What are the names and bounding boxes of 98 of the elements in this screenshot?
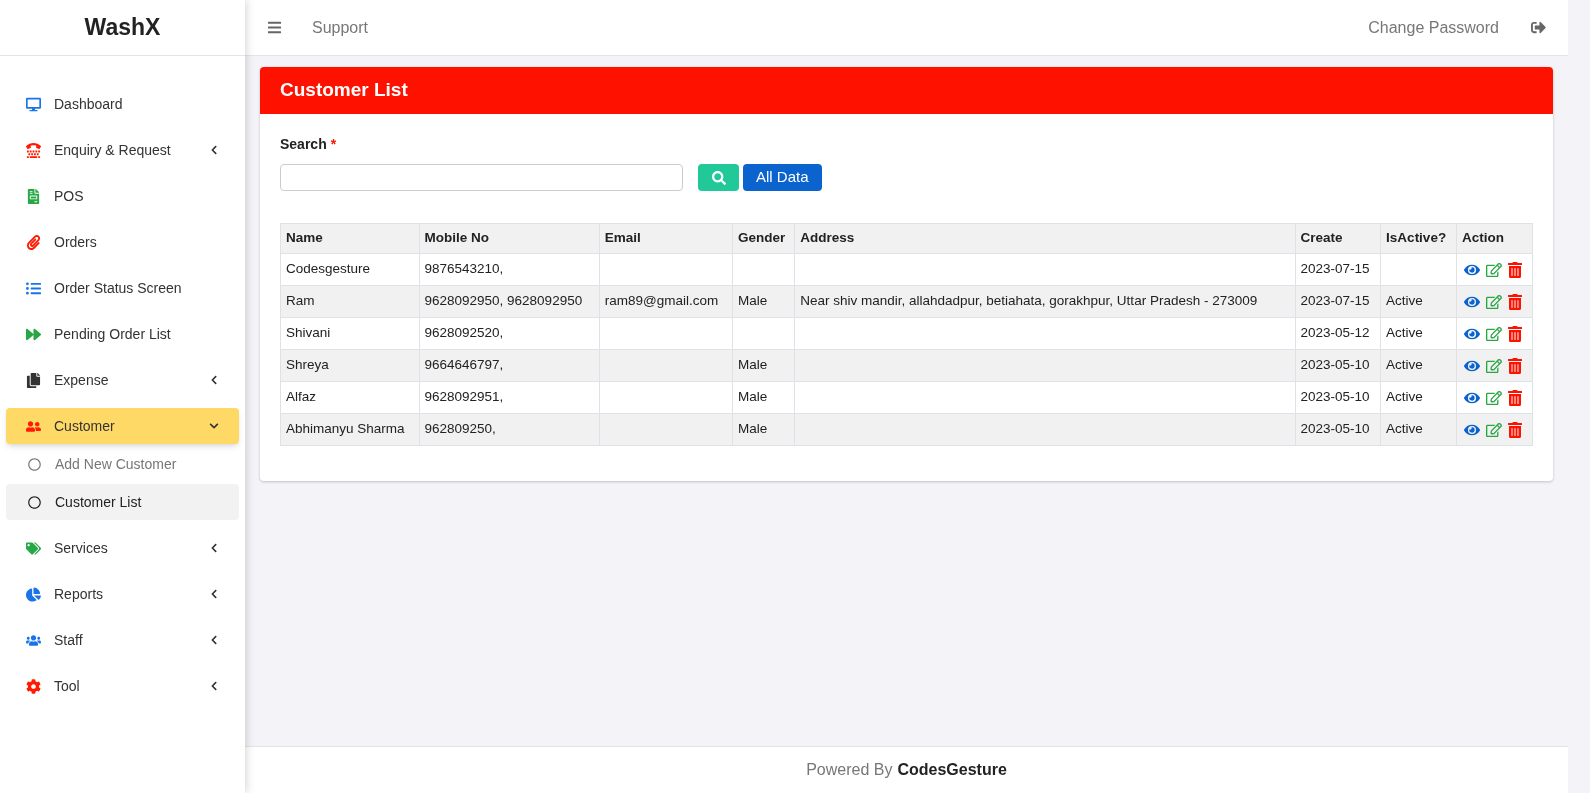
search-label: Search: [280, 135, 327, 154]
gear-icon: [26, 678, 41, 694]
table-cell: [732, 253, 795, 286]
table-cell: 2023-07-15: [1295, 253, 1381, 286]
tags-icon: [26, 540, 41, 556]
table-cell: Male: [732, 285, 795, 318]
chevron-left-icon: [209, 145, 219, 155]
menu-icon[interactable]: [267, 20, 282, 35]
column-header: Address: [794, 223, 1296, 254]
users-icon: [26, 632, 41, 648]
table-cell: Abhimanyu Sharma: [280, 413, 419, 446]
chevron-left-icon: [209, 375, 219, 385]
table-cell: [732, 317, 795, 350]
telephone-icon: [26, 142, 41, 158]
edit-icon[interactable]: [1486, 293, 1503, 310]
table-cell: 9664646797,: [419, 349, 600, 382]
trash-icon[interactable]: [1508, 421, 1523, 438]
table-cell: Alfaz: [280, 381, 419, 414]
edit-icon[interactable]: [1486, 325, 1503, 342]
trash-icon[interactable]: [1508, 325, 1523, 342]
table-cell: Near shiv mandir, allahdadpur, betiahata, gorakhpur, Uttar Pradesh - 273009: [794, 285, 1296, 318]
table-cell: 2023-05-10: [1295, 381, 1381, 414]
edit-icon[interactable]: [1486, 357, 1503, 374]
sidebar-item[interactable]: Reports: [6, 576, 239, 612]
table-cell: Active: [1380, 349, 1457, 382]
column-header: Email: [599, 223, 733, 254]
table-cell: Shivani: [280, 317, 419, 350]
table-cell: Male: [732, 381, 795, 414]
fast-forward-icon: [26, 326, 41, 342]
footer-text: Powered By: [806, 760, 893, 780]
table-cell: 9628092520,: [419, 317, 600, 350]
trash-icon[interactable]: [1508, 261, 1523, 278]
pie-chart-icon: [26, 586, 41, 602]
search-icon: [711, 170, 726, 185]
submenu-item[interactable]: Customer List: [6, 484, 239, 520]
table-cell: 9628092951,: [419, 381, 600, 414]
chevron-down-icon: [209, 421, 219, 431]
table-cell: Ram: [280, 285, 419, 318]
column-header: Gender: [732, 223, 795, 254]
chevron-left-icon: [209, 681, 219, 691]
logout-icon[interactable]: [1531, 20, 1546, 35]
sidebar-item[interactable]: Order Status Screen: [6, 270, 239, 306]
table-cell: Male: [732, 413, 795, 446]
all-data-button[interactable]: All Data: [743, 164, 822, 191]
users-icon: [26, 418, 41, 434]
column-header: IsActive?: [1380, 223, 1457, 254]
trash-icon[interactable]: [1508, 357, 1523, 374]
table-cell: 2023-07-15: [1295, 285, 1381, 318]
edit-icon[interactable]: [1486, 261, 1503, 278]
column-header: Action: [1456, 223, 1533, 254]
column-header: Mobile No: [419, 223, 600, 254]
paperclip-icon: [26, 234, 41, 250]
table-cell: 2023-05-10: [1295, 349, 1381, 382]
sidebar-item[interactable]: Tool: [6, 668, 239, 704]
table-cell: Male: [732, 349, 795, 382]
table-cell: Active: [1380, 317, 1457, 350]
column-header: Create: [1295, 223, 1381, 254]
search-button[interactable]: [698, 164, 739, 191]
table-cell: ram89@gmail.com: [599, 285, 733, 318]
brand-logo[interactable]: WashX: [84, 10, 161, 45]
table-cell: Active: [1380, 381, 1457, 414]
table-cell: Codesgesture: [280, 253, 419, 286]
table-cell: 9876543210,: [419, 253, 600, 286]
sidebar-item[interactable]: POS: [6, 178, 239, 214]
sidebar-item[interactable]: Services: [6, 530, 239, 566]
sidebar-item[interactable]: Dashboard: [6, 86, 239, 122]
table-cell: 962809250,: [419, 413, 600, 446]
table-cell: 2023-05-12: [1295, 317, 1381, 350]
required-mark: *: [330, 135, 337, 154]
table-cell: Active: [1380, 413, 1457, 446]
edit-icon[interactable]: [1486, 421, 1503, 438]
table-cell: Shreya: [280, 349, 419, 382]
sidebar-item[interactable]: Orders: [6, 224, 239, 260]
column-header: Name: [280, 223, 419, 254]
submenu-item[interactable]: Add New Customer: [6, 446, 239, 482]
table-cell: Active: [1380, 285, 1457, 318]
sidebar-item[interactable]: Pending Order List: [6, 316, 239, 352]
sidebar-item[interactable]: Customer: [6, 408, 239, 444]
chevron-left-icon: [209, 543, 219, 553]
trash-icon[interactable]: [1508, 293, 1523, 310]
copy-icon: [26, 372, 41, 388]
footer-brand: CodesGesture: [897, 760, 1007, 780]
trash-icon[interactable]: [1508, 389, 1523, 406]
search-field[interactable]: [280, 164, 683, 191]
chevron-left-icon: [209, 589, 219, 599]
table-cell: 9628092950, 9628092950: [419, 285, 600, 318]
chevron-left-icon: [209, 635, 219, 645]
monitor-icon: [26, 96, 41, 112]
sidebar-item[interactable]: Staff: [6, 622, 239, 658]
list-icon: [26, 280, 41, 296]
document-icon: [26, 188, 41, 204]
sidebar-item[interactable]: Enquiry & Request: [6, 132, 239, 168]
card-title: Customer List: [280, 78, 408, 103]
edit-icon[interactable]: [1486, 389, 1503, 406]
table-cell: 2023-05-10: [1295, 413, 1381, 446]
change-password-link[interactable]: Change Password: [1368, 15, 1499, 40]
sidebar-item[interactable]: Expense: [6, 362, 239, 398]
support-link[interactable]: Support: [312, 15, 369, 40]
